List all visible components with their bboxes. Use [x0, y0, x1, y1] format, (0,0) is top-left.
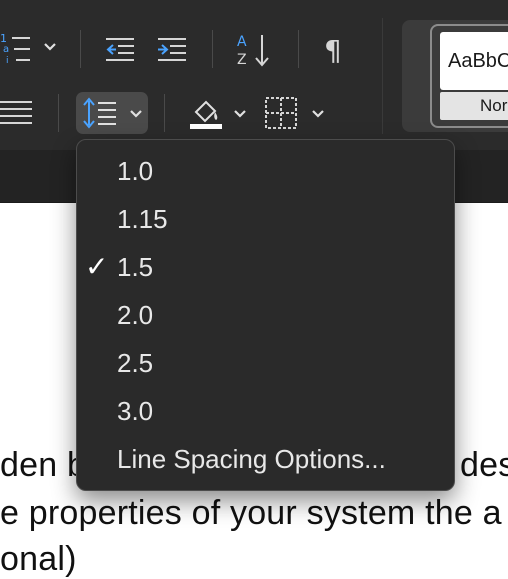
svg-text:i: i [6, 56, 9, 66]
decrease-indent-icon[interactable] [104, 36, 136, 64]
menu-item-spacing-1-5[interactable]: ✓ 1.5 [77, 243, 454, 291]
document-text-line[interactable]: den b [0, 446, 86, 485]
ribbon-toolbar: 1 a i A Z ¶ AaBb Nor [0, 0, 508, 150]
menu-item-label: 1.0 [117, 156, 154, 186]
style-preview-text: AaBbCcDd [440, 32, 508, 90]
svg-text:A: A [237, 34, 247, 50]
toolbar-divider [164, 94, 165, 132]
document-text-line[interactable]: desi [460, 446, 508, 485]
show-formatting-marks-icon[interactable]: ¶ [324, 34, 350, 66]
menu-item-label: Line Spacing Options... [117, 444, 386, 474]
toolbar-divider [212, 30, 213, 68]
borders-icon[interactable] [264, 96, 298, 130]
menu-item-spacing-1-0[interactable]: 1.0 [77, 147, 454, 195]
menu-item-label: 2.0 [117, 300, 154, 330]
menu-item-label: 1.15 [117, 204, 168, 234]
svg-text:a: a [3, 44, 9, 55]
svg-text:Z: Z [237, 52, 247, 68]
menu-item-label: 2.5 [117, 348, 154, 378]
document-text-line[interactable]: onal) [0, 540, 77, 579]
chevron-down-icon[interactable] [44, 42, 56, 52]
chevron-down-icon[interactable] [234, 109, 246, 119]
chevron-down-icon[interactable] [312, 109, 324, 119]
menu-item-spacing-1-15[interactable]: 1.15 [77, 195, 454, 243]
menu-item-spacing-2-5[interactable]: 2.5 [77, 339, 454, 387]
document-text-line[interactable]: e properties of your system the a [0, 494, 502, 533]
menu-item-label: 1.5 [117, 252, 154, 282]
line-spacing-menu: 1.0 1.15 ✓ 1.5 2.0 2.5 3.0 Line Spacing … [76, 139, 455, 491]
toolbar-divider [382, 18, 383, 134]
menu-item-label: 3.0 [117, 396, 154, 426]
svg-text:¶: ¶ [324, 34, 342, 66]
increase-indent-icon[interactable] [156, 36, 188, 64]
line-spacing-icon [82, 97, 118, 129]
line-spacing-button[interactable] [76, 92, 148, 134]
menu-item-spacing-3-0[interactable]: 3.0 [77, 387, 454, 435]
menu-item-line-spacing-options[interactable]: Line Spacing Options... [77, 435, 454, 483]
toolbar-divider [80, 30, 81, 68]
sort-icon[interactable]: A Z [236, 32, 272, 68]
checkmark-icon: ✓ [85, 251, 109, 282]
toolbar-divider [58, 94, 59, 132]
style-name-label: Normal [440, 92, 508, 120]
toolbar-divider [298, 30, 299, 68]
multilevel-list-icon[interactable]: 1 a i [0, 30, 34, 66]
menu-item-spacing-2-0[interactable]: 2.0 [77, 291, 454, 339]
chevron-down-icon [130, 109, 142, 119]
style-normal-card[interactable]: AaBbCcDd Normal [430, 24, 508, 128]
justify-align-icon[interactable] [0, 98, 34, 128]
shading-icon[interactable] [188, 96, 224, 130]
